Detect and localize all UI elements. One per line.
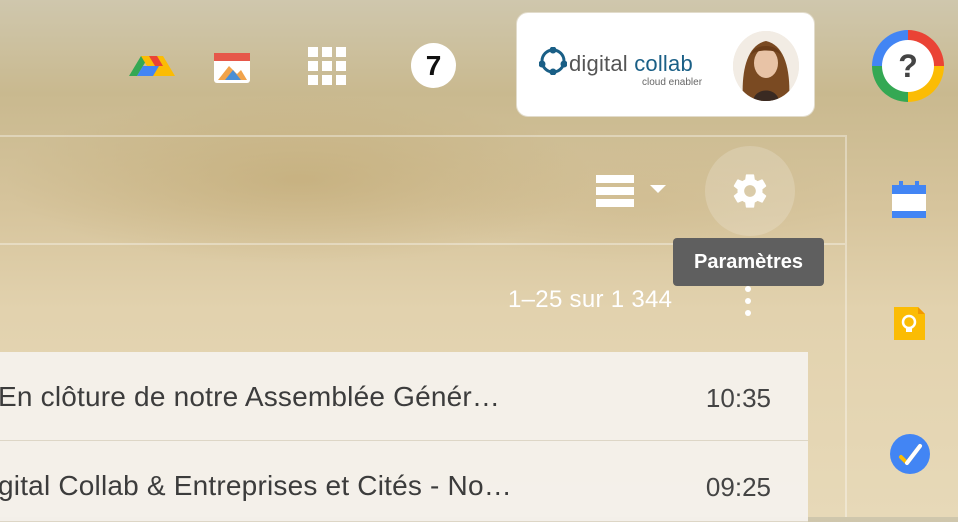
email-subject: gital Collab & Entreprises et Cités - No… <box>0 470 512 501</box>
email-time: 09:25 <box>705 472 771 502</box>
apps-grid-icon[interactable] <box>308 47 346 85</box>
chevron-down-icon[interactable] <box>650 185 666 193</box>
help-button[interactable]: ? <box>872 30 944 102</box>
calendar-app-icon[interactable] <box>213 52 251 84</box>
divider <box>0 135 845 137</box>
notification-badge[interactable]: 7 <box>411 43 456 88</box>
settings-tooltip: Paramètres <box>673 238 824 286</box>
google-drive-icon[interactable] <box>127 52 177 78</box>
gear-icon <box>733 174 767 208</box>
google-tasks-icon[interactable] <box>889 433 931 475</box>
brand-logo-icon <box>539 47 567 75</box>
google-keep-icon[interactable] <box>891 305 927 343</box>
brand-name-part: digital <box>569 51 628 76</box>
side-panel: 31 <box>847 135 958 517</box>
email-time: 10:35 <box>705 383 771 413</box>
email-row[interactable]: En clôture de notre Assemblée Génér… 10:… <box>0 352 808 441</box>
brand-name: digital collab <box>569 51 693 77</box>
brand-tagline: cloud enabler <box>642 77 703 88</box>
account-switcher[interactable]: digital collab cloud enabler <box>516 12 815 117</box>
help-icon: ? <box>882 40 934 92</box>
email-list: En clôture de notre Assemblée Génér… 10:… <box>0 352 808 522</box>
profile-avatar[interactable] <box>733 31 799 101</box>
display-density-icon[interactable] <box>596 175 634 207</box>
more-options-icon[interactable] <box>745 286 751 322</box>
email-subject: En clôture de notre Assemblée Génér… <box>0 381 501 412</box>
brand-name-accent: collab <box>634 51 693 76</box>
google-calendar-icon[interactable]: 31 <box>891 181 927 219</box>
pagination-range[interactable]: 1–25 sur 1 344 <box>508 286 672 314</box>
calendar-date: 31 <box>899 192 919 211</box>
email-row[interactable]: gital Collab & Entreprises et Cités - No… <box>0 441 808 522</box>
settings-button[interactable] <box>705 146 795 236</box>
